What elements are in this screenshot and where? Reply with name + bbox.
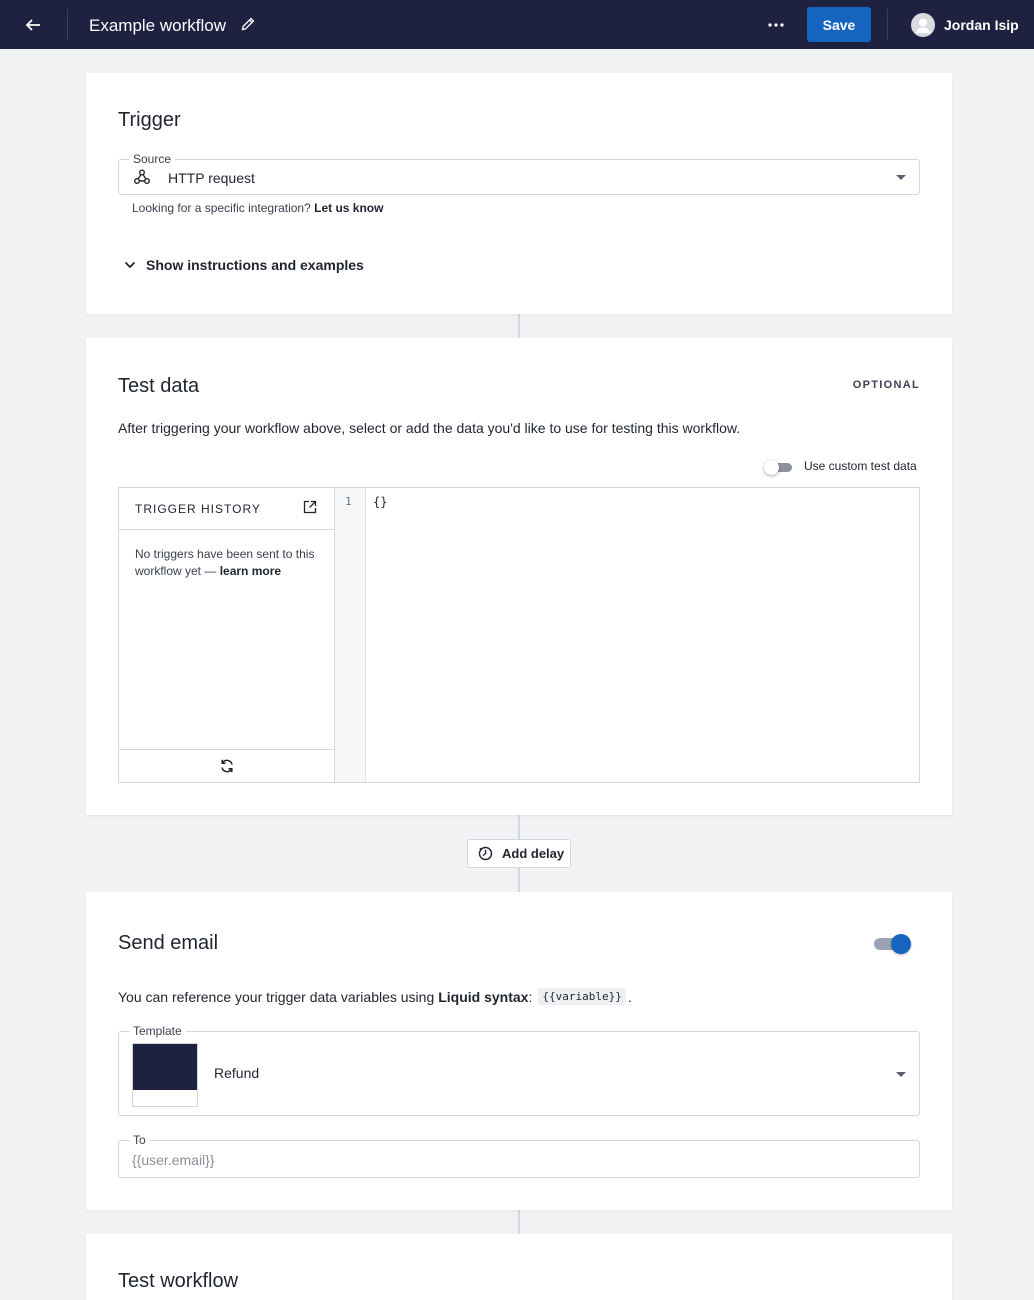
chevron-down-icon [124, 261, 136, 269]
line-gutter: 1 [335, 488, 366, 782]
integration-note: Looking for a specific integration? Let … [132, 201, 383, 215]
test-data-title: Test data [118, 375, 200, 397]
line-number: 1 [345, 495, 352, 508]
show-instructions-label: Show instructions and examples [146, 257, 364, 273]
user-name: Jordan Isip [944, 17, 1019, 33]
trigger-title: Trigger [118, 109, 181, 131]
refresh-icon [220, 759, 233, 773]
send-email-toggle[interactable] [872, 933, 912, 955]
toggle-knob [764, 460, 779, 475]
connector-line [518, 1210, 520, 1234]
send-email-title: Send email [118, 932, 219, 954]
more-options-button[interactable] [762, 14, 790, 36]
custom-test-data-label: Use custom test data [804, 459, 917, 473]
trigger-card: Trigger Source HTTP request Looking for … [86, 73, 952, 314]
back-button[interactable] [18, 12, 48, 38]
to-value: {{user.email}} [132, 1152, 215, 1168]
pencil-icon[interactable] [240, 16, 256, 32]
template-value: Refund [214, 1065, 260, 1081]
optional-label: OPTIONAL [852, 379, 920, 391]
caret-down-icon [896, 175, 906, 180]
test-workflow-card: Test workflow [86, 1234, 952, 1300]
template-label: Template [129, 1024, 186, 1038]
liquid-colon: : [528, 988, 533, 1005]
workflow-title[interactable]: Example workflow [89, 16, 226, 36]
test-workflow-title: Test workflow [118, 1270, 239, 1292]
avatar [911, 13, 935, 37]
custom-test-data-toggle[interactable] [764, 460, 794, 475]
learn-more-link[interactable]: learn more [220, 564, 281, 578]
trigger-history-empty: No triggers have been sent to this workf… [135, 546, 315, 580]
save-button[interactable]: Save [807, 7, 871, 42]
top-bar: Example workflow Save Jordan Isip [0, 0, 1034, 49]
source-select[interactable]: Source HTTP request [118, 152, 920, 195]
template-thumbnail [132, 1043, 198, 1107]
more-horizontal-icon [768, 23, 784, 27]
open-in-new-icon[interactable] [303, 500, 319, 516]
connector-line [518, 868, 520, 892]
liquid-code: {{variable}} [538, 988, 626, 1005]
code-editor[interactable]: {} [373, 495, 387, 509]
user-menu[interactable]: Jordan Isip [911, 13, 1019, 37]
add-delay-button[interactable]: Add delay [467, 839, 571, 868]
toggle-knob [891, 934, 911, 954]
let-us-know-link[interactable]: Let us know [314, 201, 383, 215]
source-label: Source [129, 152, 176, 166]
timer-icon [478, 846, 493, 861]
to-field[interactable]: To {{user.email}} [118, 1133, 920, 1178]
user-icon [915, 18, 931, 33]
integration-note-text: Looking for a specific integration? [132, 201, 311, 215]
show-instructions-toggle[interactable]: Show instructions and examples [124, 257, 364, 273]
webhook-icon [133, 168, 151, 191]
to-label: To [129, 1133, 150, 1147]
liquid-hint: You can reference your trigger data vari… [118, 988, 632, 1005]
template-select[interactable]: Template Refund [118, 1024, 920, 1116]
trigger-history-panel: TRIGGER HISTORY No triggers have been se… [119, 488, 335, 782]
source-value: HTTP request [168, 170, 255, 186]
thumbnail-header [133, 1044, 197, 1090]
arrow-left-icon [25, 19, 40, 31]
liquid-period: . [627, 988, 632, 1005]
trigger-history-title: TRIGGER HISTORY [135, 502, 261, 516]
topbar-divider [887, 9, 888, 41]
topbar-divider [67, 9, 68, 41]
trigger-history-header: TRIGGER HISTORY [119, 488, 334, 530]
caret-down-icon [896, 1072, 906, 1077]
test-data-card: Test data OPTIONAL After triggering your… [86, 338, 952, 815]
connector-line [518, 314, 520, 338]
refresh-button[interactable] [217, 756, 237, 776]
add-delay-label: Add delay [502, 846, 565, 861]
liquid-prefix: You can reference your trigger data vari… [118, 988, 435, 1005]
test-data-description: After triggering your workflow above, se… [118, 420, 741, 436]
liquid-syntax-link[interactable]: Liquid syntax [438, 989, 528, 1005]
trigger-history-footer [119, 749, 334, 782]
test-data-editor: TRIGGER HISTORY No triggers have been se… [118, 487, 920, 783]
send-email-card: Send email You can reference your trigge… [86, 892, 952, 1210]
connector-line [518, 815, 520, 839]
